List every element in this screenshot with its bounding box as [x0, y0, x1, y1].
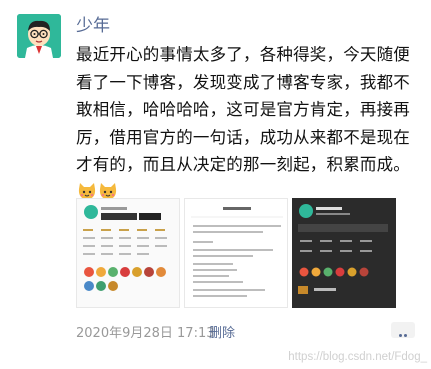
- image-grid: [76, 198, 396, 308]
- username[interactable]: 少年: [76, 15, 110, 37]
- blog-dark-image: [298, 204, 388, 294]
- blog-profile-screenshot[interactable]: [76, 198, 180, 308]
- post-body: 最近开心的事情太多了，各种得奖，今天随便看了一下博客，发现变成了博客专家，我都不…: [76, 45, 410, 174]
- blog-profile-image: [83, 205, 167, 291]
- blog-dark-profile-screenshot[interactable]: [292, 198, 396, 308]
- watermark-text: https://blog.csdn.net/Fdog_: [288, 351, 427, 363]
- post-text: 最近开心的事情太多了，各种得奖，今天随便看了一下博客，发现变成了博客专家，我都不…: [76, 41, 416, 206]
- more-actions-button[interactable]: [391, 322, 415, 338]
- more-dots-icon: [399, 334, 402, 337]
- more-dots-icon: [404, 334, 407, 337]
- avatar[interactable]: [17, 14, 61, 58]
- avatar-cartoon-icon: [17, 14, 61, 58]
- delete-link[interactable]: 删除: [209, 322, 235, 341]
- post-timestamp: 2020年9月28日 17:13: [76, 326, 215, 341]
- blog-expert-notice-screenshot[interactable]: [184, 198, 288, 308]
- blog-notice-image: [191, 207, 283, 297]
